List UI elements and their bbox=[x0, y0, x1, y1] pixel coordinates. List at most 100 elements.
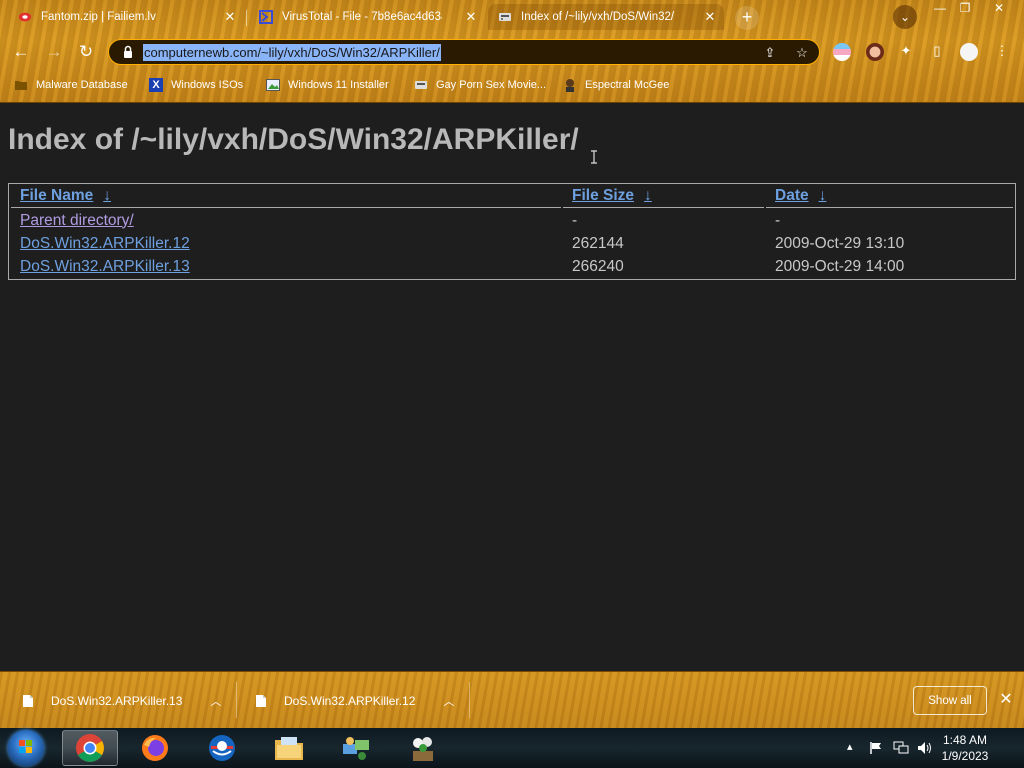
directory-listing-table: File Name ↓ File Size ↓ Date ↓ Parent direc… bbox=[8, 183, 1016, 280]
download-item[interactable]: DoS.Win32.ARPKiller.13 ︿ bbox=[22, 688, 221, 714]
volume-icon[interactable] bbox=[917, 741, 933, 755]
sort-arrow-icon: ↓ bbox=[644, 187, 652, 204]
download-filename: DoS.Win32.ARPKiller.12 bbox=[284, 694, 416, 708]
file-explorer-icon bbox=[275, 737, 303, 760]
mascot-icon bbox=[563, 78, 577, 92]
minimize-button[interactable]: — bbox=[927, 0, 953, 16]
close-shelf-icon[interactable]: ✕ bbox=[998, 692, 1014, 708]
column-header-date[interactable]: Date ↓ bbox=[766, 186, 1013, 208]
shelf-divider bbox=[236, 682, 237, 718]
column-header-name[interactable]: File Name ↓ bbox=[11, 186, 561, 208]
lock-icon[interactable] bbox=[121, 45, 135, 59]
taskbar-chrome[interactable] bbox=[62, 730, 118, 766]
windows-logo-icon bbox=[19, 740, 32, 753]
browser-chrome: Fantom.zip | Failiem.lv ✕ VirusTotal - F… bbox=[0, 0, 1024, 103]
action-center-flag-icon[interactable] bbox=[869, 741, 883, 755]
x-icon: X bbox=[149, 78, 163, 92]
server-icon bbox=[414, 78, 428, 92]
tab-title: Index of /~lily/vxh/DoS/Win32/ bbox=[521, 11, 675, 23]
bookmark-windows-11-installer[interactable]: Windows 11 Installer bbox=[266, 76, 389, 94]
table-row: DoS.Win32.ARPKiller.13 266240 2009-Oct-2… bbox=[11, 256, 1013, 277]
sort-arrow-icon: ↓ bbox=[818, 187, 827, 204]
avatar-extension-icon[interactable] bbox=[866, 43, 884, 61]
table-row: DoS.Win32.ARPKiller.12 262144 2009-Oct-2… bbox=[11, 233, 1013, 254]
file-link[interactable]: DoS.Win32.ARPKiller.13 bbox=[20, 258, 190, 275]
column-label: Date bbox=[775, 187, 809, 204]
bookmark-espectral-mcgee[interactable]: Espectral McGee bbox=[563, 76, 669, 94]
bookmark-label: Malware Database bbox=[36, 79, 128, 91]
address-bar[interactable]: computernewb.com/~lily/vxh/DoS/Win32/ARP… bbox=[108, 39, 820, 65]
tab-index[interactable]: Index of /~lily/vxh/DoS/Win32/ ✕ bbox=[488, 4, 724, 30]
menu-dots-icon[interactable]: ⋮ bbox=[994, 43, 1010, 59]
firefox-icon bbox=[142, 735, 168, 761]
forward-button[interactable]: → bbox=[43, 42, 65, 64]
taskbar-opera[interactable] bbox=[194, 730, 250, 766]
column-label: File Size bbox=[572, 187, 635, 204]
page-title: Index of /~lily/vxh/DoS/Win32/ARPKiller/ bbox=[8, 123, 579, 156]
table-header-row: File Name ↓ File Size ↓ Date ↓ bbox=[11, 186, 1013, 208]
download-item[interactable]: DoS.Win32.ARPKiller.12 ︿ bbox=[255, 688, 454, 714]
profile-avatar-icon[interactable] bbox=[960, 43, 978, 61]
bookmark-gay-porn-sex-movie[interactable]: Gay Porn Sex Movie... bbox=[414, 76, 546, 94]
tab-separator bbox=[246, 10, 247, 26]
file-link[interactable]: DoS.Win32.ARPKiller.12 bbox=[20, 235, 190, 252]
new-tab-button[interactable]: + bbox=[735, 6, 759, 30]
tab-title: VirusTotal - File - 7b8e6ac4d63a bbox=[282, 11, 442, 23]
restore-button[interactable]: ❐ bbox=[952, 0, 978, 16]
virustotal-icon bbox=[259, 10, 273, 24]
file-size-cell: 262144 bbox=[572, 234, 624, 252]
tab-search-button[interactable]: ⌄ bbox=[893, 5, 917, 29]
windows-taskbar: ▴ 1:48 AM 1/9/2023 bbox=[0, 728, 1024, 768]
taskbar-firefox[interactable] bbox=[127, 730, 183, 766]
trans-flag-extension-icon[interactable] bbox=[833, 43, 851, 61]
taskbar-network-app[interactable] bbox=[328, 730, 384, 766]
browser-toolbar: ← → ↻ computernewb.com/~lily/vxh/DoS/Win… bbox=[0, 34, 1024, 70]
chevron-up-icon[interactable]: ︿ bbox=[210, 693, 221, 709]
download-filename: DoS.Win32.ARPKiller.13 bbox=[51, 694, 183, 708]
chevron-up-icon[interactable]: ︿ bbox=[443, 693, 454, 709]
sort-by-size-link[interactable]: File Size bbox=[572, 187, 634, 204]
taskbar-file-explorer[interactable] bbox=[261, 730, 317, 766]
url-text[interactable]: computernewb.com/~lily/vxh/DoS/Win32/ARP… bbox=[143, 44, 441, 61]
text-cursor-icon bbox=[591, 150, 597, 164]
parent-directory-link[interactable]: Parent directory/ bbox=[20, 212, 134, 229]
bookmark-windows-isos[interactable]: X Windows ISOs bbox=[149, 76, 243, 94]
tab-fantom[interactable]: Fantom.zip | Failiem.lv ✕ bbox=[8, 4, 244, 30]
bookmark-malware-database[interactable]: Malware Database bbox=[14, 76, 128, 94]
reload-button[interactable]: ↻ bbox=[75, 42, 97, 64]
bookmark-label: Espectral McGee bbox=[585, 79, 670, 91]
file-date-cell: 2009-Oct-29 14:00 bbox=[775, 257, 905, 275]
folder-icon bbox=[14, 78, 28, 92]
tab-title: Fantom.zip | Failiem.lv bbox=[41, 11, 156, 23]
column-header-size[interactable]: File Size ↓ bbox=[563, 186, 764, 208]
system-clock[interactable]: 1:48 AM 1/9/2023 bbox=[935, 732, 995, 764]
chrome-icon bbox=[76, 734, 104, 762]
shelf-divider bbox=[469, 682, 470, 718]
file-size-cell: - bbox=[572, 211, 578, 229]
file-icon bbox=[23, 695, 33, 707]
network-icon[interactable] bbox=[893, 741, 909, 755]
bookmark-label: Gay Porn Sex Movie... bbox=[436, 79, 547, 91]
tab-close-icon[interactable]: ✕ bbox=[463, 9, 479, 25]
show-hidden-icons-button[interactable]: ▴ bbox=[847, 740, 853, 753]
flower-app-icon bbox=[413, 737, 433, 761]
server-icon bbox=[498, 10, 512, 24]
puzzle-icon[interactable]: ✦ bbox=[898, 43, 914, 59]
window-close-button[interactable]: ✕ bbox=[986, 0, 1012, 16]
start-button[interactable] bbox=[8, 730, 44, 766]
side-panel-icon[interactable]: ▯ bbox=[929, 43, 945, 59]
clock-time: 1:48 AM bbox=[942, 733, 988, 747]
bookmarks-bar: Malware Database X Windows ISOs Windows … bbox=[0, 72, 1024, 98]
opera-icon bbox=[209, 735, 235, 761]
show-all-downloads-button[interactable]: Show all bbox=[913, 686, 987, 715]
sort-by-name-link[interactable]: File Name bbox=[20, 187, 93, 204]
share-icon[interactable]: ⇪ bbox=[762, 45, 778, 61]
tab-virustotal[interactable]: VirusTotal - File - 7b8e6ac4d63a ✕ bbox=[249, 4, 485, 30]
back-button[interactable]: ← bbox=[10, 42, 32, 64]
failiem-icon bbox=[18, 10, 32, 24]
tab-close-icon[interactable]: ✕ bbox=[222, 9, 238, 25]
tab-close-icon[interactable]: ✕ bbox=[702, 9, 718, 25]
bookmark-star-icon[interactable]: ☆ bbox=[794, 45, 810, 61]
sort-by-date-link[interactable]: Date bbox=[775, 187, 809, 204]
taskbar-flower-app[interactable] bbox=[395, 730, 451, 766]
